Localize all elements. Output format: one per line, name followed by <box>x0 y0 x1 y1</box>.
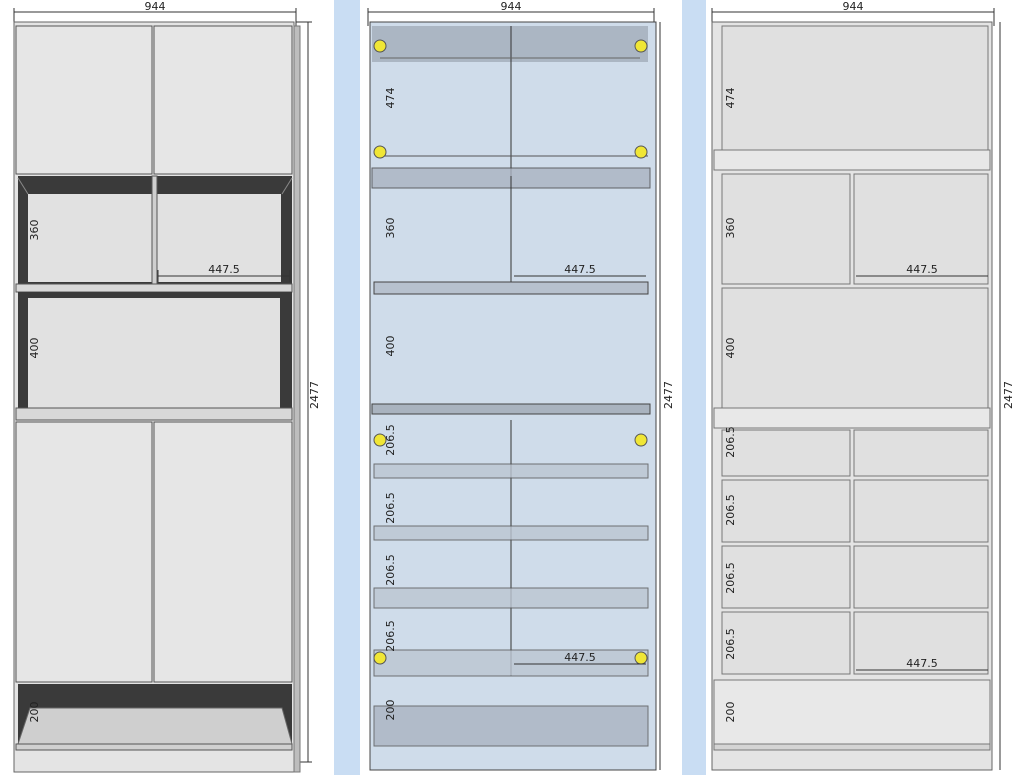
dimension-label: 474 <box>384 88 397 109</box>
dimension-label: 200 <box>28 702 41 723</box>
dimension-label: 447.5 <box>564 651 596 664</box>
drawer-left <box>721 479 851 543</box>
shelf-transparent-3 <box>371 403 651 415</box>
shelf-transparent-7 <box>373 649 649 677</box>
open-section-2-back <box>28 298 280 408</box>
width-label: 944 <box>501 0 522 13</box>
shelf-transparent-5 <box>373 525 649 541</box>
middle-compartment <box>721 287 989 409</box>
height-label: 2477 <box>308 381 321 409</box>
drawer-left <box>721 611 851 675</box>
dimension-label: 200 <box>384 700 397 721</box>
view-transparent: 944 2477 <box>367 0 675 771</box>
shelf-transparent-4 <box>373 463 649 479</box>
hinge-marker <box>634 39 648 53</box>
hinge-marker <box>634 145 648 159</box>
open-section-1-back-left <box>28 194 152 282</box>
top-shelf <box>713 149 991 171</box>
dimension-label: 206.5 <box>724 562 737 594</box>
view-open-front: 944 2477 <box>711 0 1015 771</box>
hinge-marker <box>634 433 648 447</box>
dimension-label: 474 <box>724 88 737 109</box>
shelf-transparent-6 <box>373 587 649 609</box>
top-panel-shade <box>372 26 648 62</box>
dimension-label: 206.5 <box>384 424 397 456</box>
drawing-stage: 944 2477 944 2477 944 2477 360 400 200 4… <box>0 0 1024 775</box>
dimension-label: 206.5 <box>384 620 397 652</box>
dimension-label: 360 <box>724 218 737 239</box>
middle-shelf <box>713 407 991 429</box>
dimension-label: 447.5 <box>564 263 596 276</box>
compartment-left <box>721 173 851 285</box>
dimension-label: 360 <box>384 218 397 239</box>
drawer-right <box>853 479 989 543</box>
dimension-label: 447.5 <box>906 263 938 276</box>
hinge-marker <box>373 651 387 665</box>
dimension-label: 206.5 <box>724 628 737 660</box>
bottom-transparent <box>373 705 649 747</box>
dimension-label: 400 <box>724 338 737 359</box>
width-label: 944 <box>145 0 166 13</box>
bottom-door-left <box>15 421 153 683</box>
shelf-1 <box>15 283 293 293</box>
cabinet-drawings: 944 2477 944 2477 944 2477 360 400 200 4… <box>13 0 1015 773</box>
hinge-marker <box>373 145 387 159</box>
drawer-right <box>853 429 989 477</box>
dimension-label: 206.5 <box>384 492 397 524</box>
dimension-label: 206.5 <box>724 426 737 458</box>
shelf-transparent-2 <box>373 281 649 295</box>
dimension-label: 206.5 <box>724 494 737 526</box>
width-label: 944 <box>843 0 864 13</box>
height-label: 2477 <box>662 381 675 409</box>
hinge-marker <box>634 651 648 665</box>
dimension-label: 200 <box>724 702 737 723</box>
height-label: 2477 <box>1002 381 1015 409</box>
drawer-left <box>721 545 851 609</box>
dimension-label: 206.5 <box>384 554 397 586</box>
base-board <box>713 743 991 751</box>
dimension-label: 360 <box>28 220 41 241</box>
drawer-right <box>853 545 989 609</box>
open-section-1-divider <box>151 175 158 285</box>
dimension-label: 447.5 <box>208 263 240 276</box>
dimension-label: 400 <box>384 336 397 357</box>
hinge-marker <box>373 39 387 53</box>
bottom-open-floor <box>17 707 293 745</box>
view-front-closed: 944 2477 <box>13 0 321 773</box>
drawer-left <box>721 429 851 477</box>
base-board <box>15 743 293 751</box>
bottom-door-right <box>153 421 293 683</box>
shelf-2 <box>15 407 293 421</box>
top-compartment <box>721 25 989 151</box>
bottom-compartment <box>713 679 991 745</box>
dimension-label: 447.5 <box>906 657 938 670</box>
top-door-left <box>15 25 153 175</box>
cabinet-side <box>293 25 301 773</box>
dimension-label: 400 <box>28 338 41 359</box>
top-door-right <box>153 25 293 175</box>
